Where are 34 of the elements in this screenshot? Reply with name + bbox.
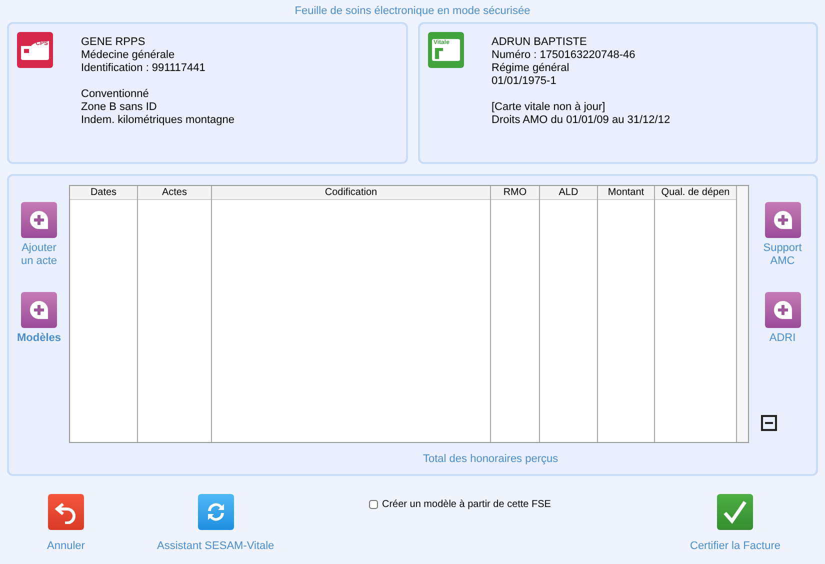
info-line: GENE RPPS bbox=[81, 36, 146, 49]
column-header[interactable]: Montant bbox=[598, 186, 654, 200]
info-line: Régime général bbox=[492, 62, 570, 75]
column-header[interactable]: RMO bbox=[491, 186, 539, 200]
info-line: 01/01/1975-1 bbox=[492, 75, 558, 88]
column-header[interactable]: Actes bbox=[138, 186, 211, 200]
remove-button[interactable] bbox=[760, 415, 776, 431]
info-line: Indem. kilométriques montagne bbox=[81, 114, 234, 127]
info-line: Conventionné bbox=[81, 88, 150, 101]
info-line: Numéro : 1750163220748-46 bbox=[492, 49, 636, 62]
add-icon bbox=[764, 292, 800, 328]
column-header[interactable]: ALD bbox=[540, 186, 597, 200]
card-drawing bbox=[432, 39, 460, 61]
column-header[interactable]: Codification bbox=[212, 186, 490, 200]
info-line: Zone B sans ID bbox=[81, 101, 158, 114]
info-line: Médecine générale bbox=[81, 49, 176, 62]
card-drawing bbox=[21, 40, 49, 60]
add-icon bbox=[21, 202, 57, 238]
check-icon bbox=[717, 494, 754, 530]
info-line: ADRUN BAPTISTE bbox=[492, 36, 588, 49]
refresh-icon bbox=[198, 494, 234, 530]
column-header[interactable]: Qual. de dépen bbox=[655, 186, 736, 200]
info-line: [Carte vitale non à jour] bbox=[492, 101, 606, 114]
total-label: Total des honoraires perçus bbox=[423, 452, 560, 467]
add-icon bbox=[764, 202, 800, 238]
scrollbar[interactable] bbox=[737, 186, 748, 442]
checkbox-label: Créer un modèle à partir de cette FSE bbox=[382, 498, 551, 512]
info-line: Droits AMO du 01/01/09 au 31/12/12 bbox=[492, 114, 670, 127]
column-header[interactable]: Dates bbox=[70, 186, 137, 200]
info-line: Identification : 991117441 bbox=[81, 62, 206, 75]
window-title: Feuille de soins électronique en mode sécurisée bbox=[294, 4, 532, 19]
undo-icon bbox=[48, 494, 84, 530]
add-icon bbox=[21, 292, 57, 328]
template-checkbox[interactable] bbox=[369, 500, 378, 509]
